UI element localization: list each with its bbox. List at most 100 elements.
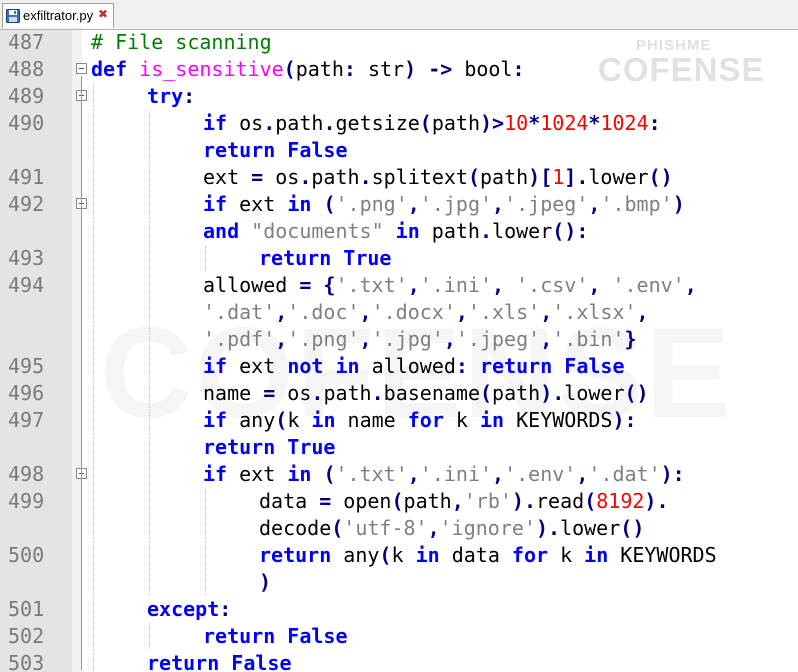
- code-text: allowed = {'.txt','.ini', '.csv', '.env'…: [203, 272, 697, 299]
- line-number: 502: [8, 624, 45, 648]
- code-token: ,: [492, 192, 505, 216]
- code-token: if: [203, 111, 228, 135]
- code-token: 10: [504, 111, 529, 135]
- code-token: in: [584, 543, 609, 567]
- code-token: '.dat': [588, 462, 661, 486]
- code-token: open: [331, 489, 392, 513]
- code-token: ,: [275, 300, 288, 324]
- code-token: k: [443, 408, 480, 432]
- code-token: for: [511, 543, 549, 567]
- indent-guide: [93, 515, 94, 542]
- code-token: :: [512, 57, 525, 81]
- fold-toggle-icon[interactable]: [76, 63, 87, 74]
- indent-guide: [93, 137, 94, 164]
- code-line[interactable]: 496 name = os.path.basename(path).lower(): [0, 380, 798, 407]
- indent-guide: [93, 596, 94, 623]
- code-token: return: [259, 543, 332, 567]
- code-token: ).: [540, 381, 565, 405]
- code-line[interactable]: 493 return True: [0, 245, 798, 272]
- code-line[interactable]: 501 except:: [0, 596, 798, 623]
- line-number: 488: [8, 57, 45, 81]
- line-number: 500: [8, 543, 45, 567]
- line-number: 491: [8, 165, 45, 189]
- code-token: path: [311, 165, 360, 189]
- code-line[interactable]: 492 if ext in ('.png','.jpg','.jpeg','.bm…: [0, 191, 798, 218]
- code-token: (: [479, 381, 493, 405]
- code-token: in: [335, 354, 360, 378]
- code-line[interactable]: 498 if ext in ('.txt','.ini','.env','.dat…: [0, 461, 798, 488]
- code-token: 1024: [600, 111, 649, 135]
- indent-guide: [149, 380, 150, 407]
- code-token: data: [259, 489, 320, 513]
- code-token: ,: [636, 300, 649, 324]
- code-token: '.doc': [287, 300, 360, 324]
- code-token: 1: [552, 165, 565, 189]
- code-token: return: [480, 354, 553, 378]
- tab-exfiltrator[interactable]: exfiltrator.py ✖: [2, 3, 114, 28]
- code-token: '.env': [504, 462, 577, 486]
- code-token: in: [415, 543, 440, 567]
- code-line[interactable]: 488 def is_sensitive(path: str) -> bool:: [0, 56, 798, 83]
- line-number: 490: [8, 111, 45, 135]
- code-line[interactable]: 502 return False: [0, 623, 798, 650]
- code-token: return: [147, 651, 220, 672]
- code-text: return True: [203, 434, 335, 461]
- code-token: '.ini': [419, 273, 493, 297]
- indent-guide: [205, 488, 206, 515]
- code-token: ,: [427, 516, 440, 540]
- code-token: data: [439, 543, 512, 567]
- code-token: '.docx': [371, 300, 456, 324]
- code-token: ,: [492, 273, 505, 297]
- code-token: any: [331, 543, 380, 567]
- code-text: # File scanning: [91, 30, 272, 56]
- code-token: ,: [455, 300, 468, 324]
- code-text: data = open(path,'rb').read(8192).: [259, 488, 669, 515]
- code-line[interactable]: 499 data = open(path,'rb').read(8192).: [0, 488, 798, 515]
- close-icon[interactable]: ✖: [98, 7, 108, 21]
- code-line[interactable]: 494 allowed = {'.txt','.ini', '.csv', '.e…: [0, 272, 798, 299]
- indent-guide: [149, 542, 150, 569]
- indent-guide: [93, 218, 94, 245]
- code-line[interactable]: decode('utf-8','ignore').lower(): [0, 515, 798, 542]
- code-token: ):: [612, 408, 637, 432]
- code-line[interactable]: return True: [0, 434, 798, 461]
- code-line[interactable]: 491 ext = os.path.splitext(path)[1].lower…: [0, 164, 798, 191]
- code-line[interactable]: 500 return any(k in data for k in KEYWORD…: [0, 542, 798, 569]
- tab-bar: exfiltrator.py ✖: [0, 0, 798, 30]
- code-token: read: [536, 489, 585, 513]
- code-line[interactable]: 489 try:: [0, 83, 798, 110]
- code-token: if: [203, 354, 228, 378]
- code-editor[interactable]: COFENSE PHISHME COFENSE 487 # File scanni…: [0, 30, 798, 672]
- code-token: ,: [540, 327, 553, 351]
- indent-guide: [205, 542, 206, 569]
- code-line[interactable]: 497 if any(k in name for k in KEYWORDS):: [0, 407, 798, 434]
- code-line[interactable]: '.pdf','.png','.jpg','.jpeg','.bin'}: [0, 326, 798, 353]
- code-token: (: [323, 462, 336, 486]
- indent-guide: [149, 218, 150, 245]
- code-token: True: [343, 246, 392, 270]
- code-token: ,: [407, 192, 420, 216]
- code-line[interactable]: 495 if ext not in allowed: return False: [0, 353, 798, 380]
- line-number: 487: [8, 30, 45, 54]
- code-token: *: [528, 111, 541, 135]
- save-disk-icon: [6, 9, 20, 23]
- code-line[interactable]: 487 # File scanning: [0, 30, 798, 56]
- code-token: path: [295, 57, 344, 81]
- code-line[interactable]: 490 if os.path.getsize(path)>10*1024*1024…: [0, 110, 798, 137]
- code-line[interactable]: 503 return False: [0, 650, 798, 672]
- code-line[interactable]: '.dat','.doc','.docx','.xls','.xlsx',: [0, 299, 798, 326]
- code-line[interactable]: ): [0, 569, 798, 596]
- code-token: False: [287, 138, 348, 162]
- code-line[interactable]: and "documents" in path.lower():: [0, 218, 798, 245]
- code-token: ).: [644, 489, 669, 513]
- code-token: return: [203, 435, 276, 459]
- code-token: '.xlsx': [552, 300, 637, 324]
- code-token: path: [403, 489, 452, 513]
- code-text: if any(k in name for k in KEYWORDS):: [203, 407, 637, 434]
- code-token: allowed: [203, 273, 300, 297]
- code-line[interactable]: return False: [0, 137, 798, 164]
- code-token: if: [203, 462, 228, 486]
